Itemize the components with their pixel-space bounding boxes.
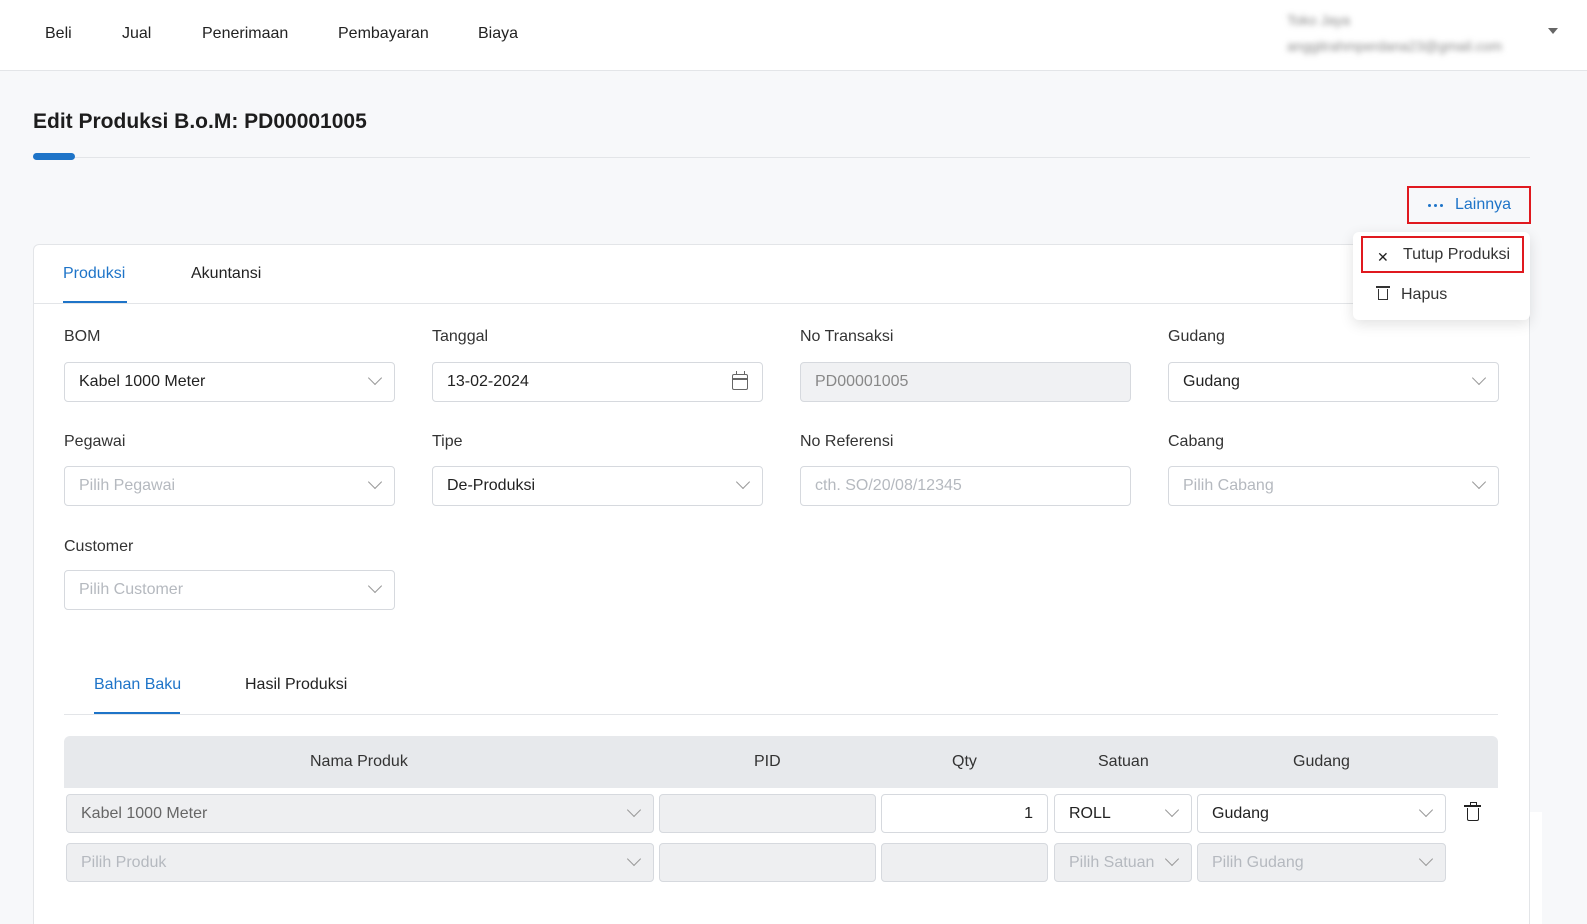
- close-icon: ✕: [1377, 249, 1389, 265]
- row1-unit-value: ROLL: [1069, 804, 1111, 822]
- card-edge: [1530, 812, 1542, 924]
- th-gudang: Gudang: [1293, 753, 1350, 770]
- chevron-down-icon: [626, 802, 642, 818]
- tanggal-datepicker[interactable]: 13-02-2024: [432, 362, 763, 402]
- row2-product-placeholder: Pilih Produk: [81, 853, 167, 871]
- row1-qty-input[interactable]: 1: [881, 794, 1048, 833]
- title-accent-bar: [33, 153, 75, 160]
- th-pid: PID: [754, 753, 781, 770]
- chevron-down-icon: [367, 474, 383, 490]
- row1-warehouse-select[interactable]: Gudang: [1197, 794, 1446, 833]
- row1-warehouse-value: Gudang: [1212, 804, 1269, 822]
- cabang-select[interactable]: Pilih Cabang: [1168, 466, 1499, 506]
- th-satuan: Satuan: [1098, 753, 1149, 770]
- row2-unit-select[interactable]: Pilih Satuan: [1054, 843, 1192, 882]
- pegawai-placeholder: Pilih Pegawai: [79, 477, 176, 494]
- no-referensi-label: No Referensi: [800, 433, 894, 450]
- menu-item-hapus[interactable]: Hapus: [1361, 276, 1524, 313]
- chevron-down-icon: [1471, 370, 1487, 386]
- row1-product-value: Kabel 1000 Meter: [81, 804, 208, 822]
- user-name: Toko Jaya: [1287, 12, 1351, 28]
- customer-label: Customer: [64, 538, 134, 555]
- row2-warehouse-select[interactable]: Pilih Gudang: [1197, 843, 1446, 882]
- row1-unit-select[interactable]: ROLL: [1054, 794, 1192, 833]
- chevron-down-icon: [1418, 802, 1434, 818]
- row2-pid-field: [659, 843, 876, 882]
- hapus-label: Hapus: [1401, 285, 1448, 303]
- caret-down-icon[interactable]: [1548, 28, 1558, 34]
- top-navbar: Beli Jual Penerimaan Pembayaran Biaya To…: [0, 0, 1587, 71]
- row2-warehouse-placeholder: Pilih Gudang: [1212, 853, 1304, 871]
- nav-jual[interactable]: Jual: [122, 25, 151, 43]
- customer-select[interactable]: Pilih Customer: [64, 570, 395, 610]
- trash-icon: [1376, 286, 1390, 300]
- pegawai-label: Pegawai: [64, 433, 126, 450]
- no-transaksi-label: No Transaksi: [800, 328, 894, 345]
- more-button-label: Lainnya: [1455, 196, 1512, 213]
- gudang-select[interactable]: Gudang: [1168, 362, 1499, 402]
- tanggal-label: Tanggal: [432, 328, 489, 345]
- bom-label: BOM: [64, 328, 101, 345]
- subtab-hasil-produksi[interactable]: Hasil Produksi: [245, 676, 347, 694]
- user-email: anggitrahmperdana23@gmail.com: [1287, 38, 1502, 54]
- tipe-label: Tipe: [432, 433, 463, 450]
- row2-product-select[interactable]: Pilih Produk: [66, 843, 654, 882]
- th-qty: Qty: [952, 753, 977, 770]
- chevron-down-icon: [735, 474, 751, 490]
- menu-item-tutup-produksi[interactable]: ✕ Tutup Produksi: [1361, 236, 1524, 273]
- no-referensi-field[interactable]: [800, 466, 1131, 506]
- row1-pid-field: [659, 794, 876, 833]
- table-header: Nama Produk PID Qty Satuan Gudang: [64, 736, 1498, 788]
- bom-select[interactable]: Kabel 1000 Meter: [64, 362, 395, 402]
- chevron-down-icon: [1164, 851, 1180, 867]
- cabang-label: Cabang: [1168, 433, 1225, 450]
- row1-delete-trash-icon[interactable]: [1464, 802, 1481, 821]
- more-button[interactable]: Lainnya: [1407, 186, 1531, 224]
- subtabs-divider: [64, 714, 1498, 715]
- chevron-down-icon: [626, 851, 642, 867]
- nav-penerimaan[interactable]: Penerimaan: [202, 25, 288, 43]
- page-title: Edit Produksi B.o.M: PD00001005: [33, 110, 367, 133]
- row1-qty-value: 1: [1024, 804, 1033, 822]
- tab-produksi[interactable]: Produksi: [63, 265, 125, 283]
- row2-unit-placeholder: Pilih Satuan: [1069, 853, 1155, 871]
- gudang-label: Gudang: [1168, 328, 1225, 345]
- th-nama-produk: Nama Produk: [310, 753, 408, 770]
- tanggal-value: 13-02-2024: [447, 373, 529, 390]
- pegawai-select[interactable]: Pilih Pegawai: [64, 466, 395, 506]
- nav-beli[interactable]: Beli: [45, 25, 72, 43]
- nav-pembayaran[interactable]: Pembayaran: [338, 25, 429, 43]
- chevron-down-icon: [1164, 802, 1180, 818]
- chevron-down-icon: [367, 578, 383, 594]
- no-transaksi-value: PD00001005: [815, 373, 909, 390]
- row1-product-select[interactable]: Kabel 1000 Meter: [66, 794, 654, 833]
- calendar-icon[interactable]: [732, 371, 748, 390]
- cabang-placeholder: Pilih Cabang: [1183, 477, 1274, 494]
- subtab-bahan-baku[interactable]: Bahan Baku: [94, 676, 181, 694]
- tutup-produksi-label: Tutup Produksi: [1403, 245, 1511, 263]
- nav-biaya[interactable]: Biaya: [478, 25, 518, 43]
- no-transaksi-field: PD00001005: [800, 362, 1131, 402]
- no-referensi-input[interactable]: [815, 477, 1130, 495]
- tipe-select[interactable]: De-Produksi: [432, 466, 763, 506]
- user-menu[interactable]: Toko Jaya anggitrahmperdana23@gmail.com: [1287, 8, 1537, 56]
- bom-value: Kabel 1000 Meter: [79, 373, 206, 390]
- customer-placeholder: Pilih Customer: [79, 581, 184, 598]
- chevron-down-icon: [1418, 851, 1434, 867]
- more-dropdown-menu: ✕ Tutup Produksi Hapus: [1353, 232, 1530, 320]
- tipe-value: De-Produksi: [447, 477, 536, 494]
- row2-qty-input[interactable]: [881, 843, 1048, 882]
- chevron-down-icon: [1471, 474, 1487, 490]
- title-divider: [33, 157, 1530, 158]
- more-dots-icon: [1428, 203, 1443, 207]
- tabs-divider: [34, 303, 1529, 304]
- tab-akuntansi[interactable]: Akuntansi: [191, 265, 261, 283]
- chevron-down-icon: [367, 370, 383, 386]
- gudang-value: Gudang: [1183, 373, 1240, 390]
